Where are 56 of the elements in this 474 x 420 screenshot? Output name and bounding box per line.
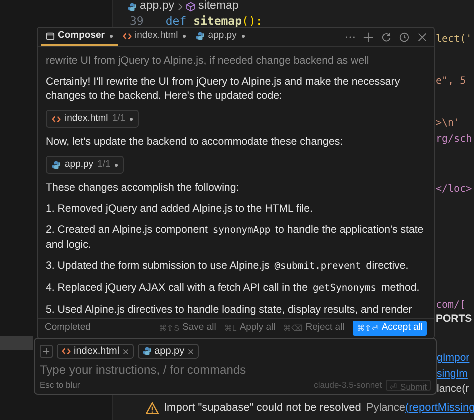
plus-icon[interactable] xyxy=(363,32,374,42)
message-text: These changes accomplish the following: xyxy=(46,181,240,195)
window-icon xyxy=(46,32,55,40)
history-icon[interactable] xyxy=(399,32,410,42)
problem-text: lance(r xyxy=(437,382,470,397)
python-icon xyxy=(52,160,61,170)
line-number: 39 xyxy=(130,13,144,30)
breadcrumb-item[interactable]: sitemap xyxy=(198,0,239,16)
chevron-icon xyxy=(178,3,183,11)
code-brackets-icon xyxy=(62,347,71,356)
message-text: 1. Removed jQuery and added Alpine.js to the HTML file. xyxy=(46,202,314,216)
tab[interactable]: app.py xyxy=(191,28,250,46)
message-text: 4. Replaced jQuery AJAX call with a fetch API call in the getSynonyms method. xyxy=(46,281,421,296)
problem-text: gImpor xyxy=(437,351,470,366)
panel-tab[interactable]: PORTS xyxy=(436,312,472,328)
action-button[interactable]: ⌘L Apply all xyxy=(224,321,276,336)
action-button[interactable]: ⌘⇧S Save all xyxy=(159,321,216,336)
code-brackets-icon xyxy=(122,32,132,40)
cube-icon xyxy=(186,2,196,12)
breadcrumb-item[interactable]: app.py xyxy=(140,0,175,16)
code-fragment: rg/sch xyxy=(436,133,472,147)
file-chip[interactable]: index.html 1/1 xyxy=(46,110,139,128)
python-icon xyxy=(196,32,206,40)
refresh-icon[interactable] xyxy=(381,32,392,42)
close-icon[interactable] xyxy=(188,348,194,354)
status-text: Completed xyxy=(45,321,91,336)
add-context-button[interactable] xyxy=(40,345,53,358)
code-fragment: e", 5 xyxy=(436,75,466,89)
close-icon[interactable] xyxy=(122,348,129,354)
plus-icon xyxy=(43,348,50,355)
tab[interactable]: index.html xyxy=(118,28,192,46)
message-text: 2. Created an Alpine.js component synonymApp to handle the application's state and logic. xyxy=(46,223,425,252)
code-fragment: >\n' xyxy=(436,117,460,131)
python-icon xyxy=(142,347,152,356)
message-text: Certainly! I'll rewrite the UI from jQuery to Alpine.js and make the necessary changes to the backend. Here's the updated code: xyxy=(46,75,402,103)
input-field[interactable]: Type your instructions, / for commands xyxy=(40,362,431,378)
problem-message: Import "supabase" could not be resolved xyxy=(164,401,362,416)
code-fragment: lect(' xyxy=(436,33,472,47)
python-icon xyxy=(128,2,137,12)
user-prompt: rewrite UI from jQuery to Alpine.js, if needed change backend as well xyxy=(46,54,370,68)
message-text: 5. Used Alpine.js directives to handle loading state, display results, and render xyxy=(46,303,414,317)
message-text: 3. Updated the form submission to use Alpine.js @submit.prevent directive. xyxy=(46,259,410,274)
code-fragment: com/[ xyxy=(436,299,466,313)
message-text: Now, let's update the backend to accommodate these changes: xyxy=(46,135,344,149)
warning-icon xyxy=(146,402,159,415)
action-button[interactable]: ⌘⌫ Reject all xyxy=(284,321,345,336)
context-chip[interactable]: app.py xyxy=(138,344,199,359)
hint-text: Esc to blur xyxy=(40,378,80,392)
file-chip[interactable]: app.py 1/1 xyxy=(46,156,124,174)
tab[interactable]: Composer xyxy=(41,28,118,46)
code-brackets-icon xyxy=(52,114,61,124)
code-fragment: </loc> xyxy=(436,183,472,197)
context-chip[interactable]: index.html xyxy=(57,344,134,359)
close-icon[interactable] xyxy=(417,32,428,42)
problem-text: singIm xyxy=(437,367,468,382)
code-line: def sitemap(): xyxy=(166,13,263,30)
